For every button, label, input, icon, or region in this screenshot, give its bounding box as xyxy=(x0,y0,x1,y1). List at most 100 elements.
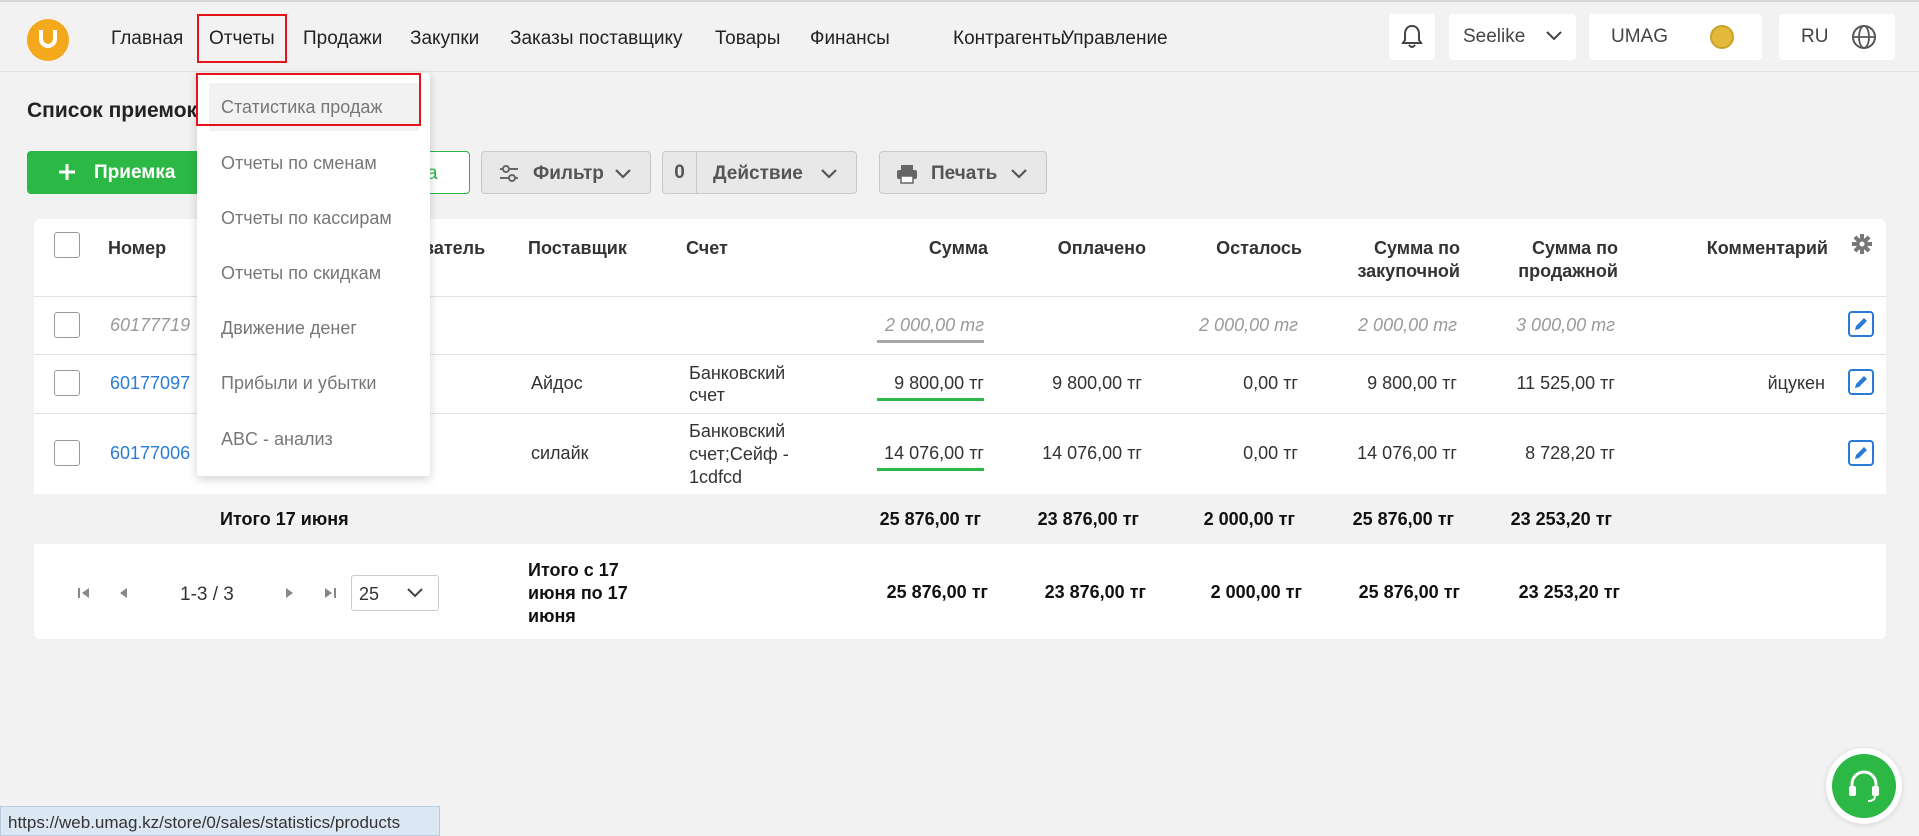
column-header-paid[interactable]: Оплачено xyxy=(1008,237,1146,260)
day-total-sale: 23 253,20 тг xyxy=(1510,509,1612,529)
edit-button[interactable] xyxy=(1848,369,1874,395)
row-number-link[interactable]: 60177006 xyxy=(110,443,190,464)
row-sum: 2 000,00 тг xyxy=(885,315,984,335)
notifications-button[interactable] xyxy=(1389,14,1435,60)
previous-page-icon[interactable] xyxy=(117,586,129,600)
payment-status-bar xyxy=(877,468,984,471)
last-page-icon[interactable] xyxy=(323,586,337,600)
row-sale-sum: 3 000,00 тг xyxy=(1516,315,1615,335)
period-total-left: 2 000,00 тг xyxy=(1210,582,1302,602)
period-total-label: Итого с 17 июня по 17 июня xyxy=(528,560,628,626)
payment-status-bar xyxy=(877,398,984,401)
reports-dropdown-menu: Статистика продаж Отчеты по сменам Отчет… xyxy=(197,73,430,476)
select-all-checkbox[interactable] xyxy=(54,232,80,258)
selected-count: 0 xyxy=(663,152,697,193)
column-header-purchase-sum[interactable]: Сумма по закупочной xyxy=(1319,237,1460,283)
nav-item-home[interactable]: Главная xyxy=(111,28,183,50)
language-selector[interactable]: RU xyxy=(1779,14,1895,60)
account-menu[interactable]: UMAG xyxy=(1589,14,1762,60)
row-account: Банковский счет xyxy=(689,363,786,405)
first-page-icon[interactable] xyxy=(77,586,91,600)
nav-item-products[interactable]: Товары xyxy=(715,28,780,50)
edit-button[interactable] xyxy=(1848,440,1874,466)
menu-item-shift-reports[interactable]: Отчеты по сменам xyxy=(221,153,377,174)
action-dropdown[interactable]: 0 Действие xyxy=(662,151,857,194)
nav-item-finance[interactable]: Финансы xyxy=(810,28,890,50)
printer-icon xyxy=(897,165,917,184)
period-total-paid: 23 876,00 тг xyxy=(1044,582,1146,602)
row-sale-sum: 8 728,20 тг xyxy=(1525,443,1615,463)
support-chat-button[interactable] xyxy=(1826,748,1902,824)
row-purchase-sum: 14 076,00 тг xyxy=(1357,443,1457,463)
row-checkbox[interactable] xyxy=(54,440,80,466)
row-supplier: силайк xyxy=(531,443,589,463)
gear-icon[interactable] xyxy=(1851,233,1873,255)
page-size-value: 25 xyxy=(359,584,380,604)
nav-item-supplier-orders[interactable]: Заказы поставщику xyxy=(510,28,683,50)
globe-icon xyxy=(1852,25,1876,49)
period-total-sale: 23 253,20 тг xyxy=(1518,582,1620,602)
filter-button[interactable]: Фильтр xyxy=(481,151,651,194)
period-total-purchase: 25 876,00 тг xyxy=(1358,582,1460,602)
period-total-sum: 25 876,00 тг xyxy=(886,582,988,602)
nav-item-purchases[interactable]: Закупки xyxy=(410,28,479,50)
add-receipt-label: Приемка xyxy=(94,162,176,183)
row-number-link[interactable]: 60177097 xyxy=(110,373,190,394)
row-paid: 9 800,00 тг xyxy=(1052,373,1142,393)
nav-item-sales[interactable]: Продажи xyxy=(303,28,382,50)
headset-icon xyxy=(1849,770,1879,802)
column-header-account[interactable]: Счет xyxy=(686,237,728,260)
column-header-supplier[interactable]: Поставщик xyxy=(528,237,627,260)
account-name: UMAG xyxy=(1611,26,1668,47)
row-account: Банковский счет;Сейф - 1cdfcd xyxy=(689,421,789,487)
column-header-sale-sum[interactable]: Сумма по продажной xyxy=(1478,237,1618,283)
chevron-down-icon xyxy=(1546,31,1562,41)
chevron-down-icon xyxy=(821,169,837,179)
menu-item-profit-loss[interactable]: Прибыли и убытки xyxy=(221,373,377,394)
row-checkbox[interactable] xyxy=(54,312,80,338)
day-total-paid: 23 876,00 тг xyxy=(1037,509,1139,529)
page-title: Список приемок xyxy=(27,99,198,122)
print-label: Печать xyxy=(931,163,998,184)
pencil-icon xyxy=(1855,447,1867,459)
row-sum: 14 076,00 тг xyxy=(884,443,984,463)
nav-item-counterparties[interactable]: Контрагенты xyxy=(953,28,1065,50)
row-number[interactable]: 60177719 xyxy=(110,315,190,336)
column-header-number[interactable]: Номер xyxy=(108,237,166,260)
menu-item-money-flow[interactable]: Движение денег xyxy=(221,318,357,339)
menu-item-abc-analysis[interactable]: ABC - анализ xyxy=(221,429,333,450)
store-name: Seelike xyxy=(1463,26,1526,47)
chevron-down-icon xyxy=(615,169,631,179)
page-size-select[interactable]: 25 xyxy=(351,575,439,611)
row-sale-sum: 11 525,00 тг xyxy=(1516,373,1615,393)
next-page-icon[interactable] xyxy=(284,586,296,600)
row-left: 2 000,00 тг xyxy=(1199,315,1298,335)
day-total-purchase: 25 876,00 тг xyxy=(1352,509,1454,529)
column-header-left[interactable]: Осталось xyxy=(1164,237,1302,260)
row-purchase-sum: 9 800,00 тг xyxy=(1367,373,1457,393)
row-checkbox[interactable] xyxy=(54,370,80,396)
store-selector[interactable]: Seelike xyxy=(1449,14,1576,60)
sliders-icon xyxy=(500,165,518,182)
payment-status-bar xyxy=(877,340,984,343)
column-header-comment[interactable]: Комментарий xyxy=(1640,237,1828,260)
status-url: https://web.umag.kz/store/0/sales/statis… xyxy=(8,813,401,832)
nav-item-management[interactable]: Управление xyxy=(1062,28,1168,50)
print-button[interactable]: Печать xyxy=(879,151,1047,194)
add-receipt-button[interactable]: Приемка xyxy=(27,151,207,194)
row-supplier: Айдос xyxy=(531,373,583,393)
menu-item-cashier-reports[interactable]: Отчеты по кассирам xyxy=(221,208,392,229)
row-sum: 9 800,00 тг xyxy=(894,373,984,393)
column-header-sum[interactable]: Сумма xyxy=(850,237,988,260)
bell-icon xyxy=(1401,24,1423,48)
umag-logo[interactable] xyxy=(27,19,69,61)
edit-button[interactable] xyxy=(1848,311,1874,337)
pagination-range: 1-3 / 3 xyxy=(180,584,234,605)
menu-item-discount-reports[interactable]: Отчеты по скидкам xyxy=(221,263,381,284)
nav-active-highlight xyxy=(197,14,287,63)
browser-status-bar: https://web.umag.kz/store/0/sales/statis… xyxy=(0,806,440,836)
row-paid: 14 076,00 тг xyxy=(1042,443,1142,463)
row-purchase-sum: 2 000,00 тг xyxy=(1358,315,1457,335)
support-button-circle xyxy=(1832,754,1896,818)
filter-label: Фильтр xyxy=(533,163,604,184)
